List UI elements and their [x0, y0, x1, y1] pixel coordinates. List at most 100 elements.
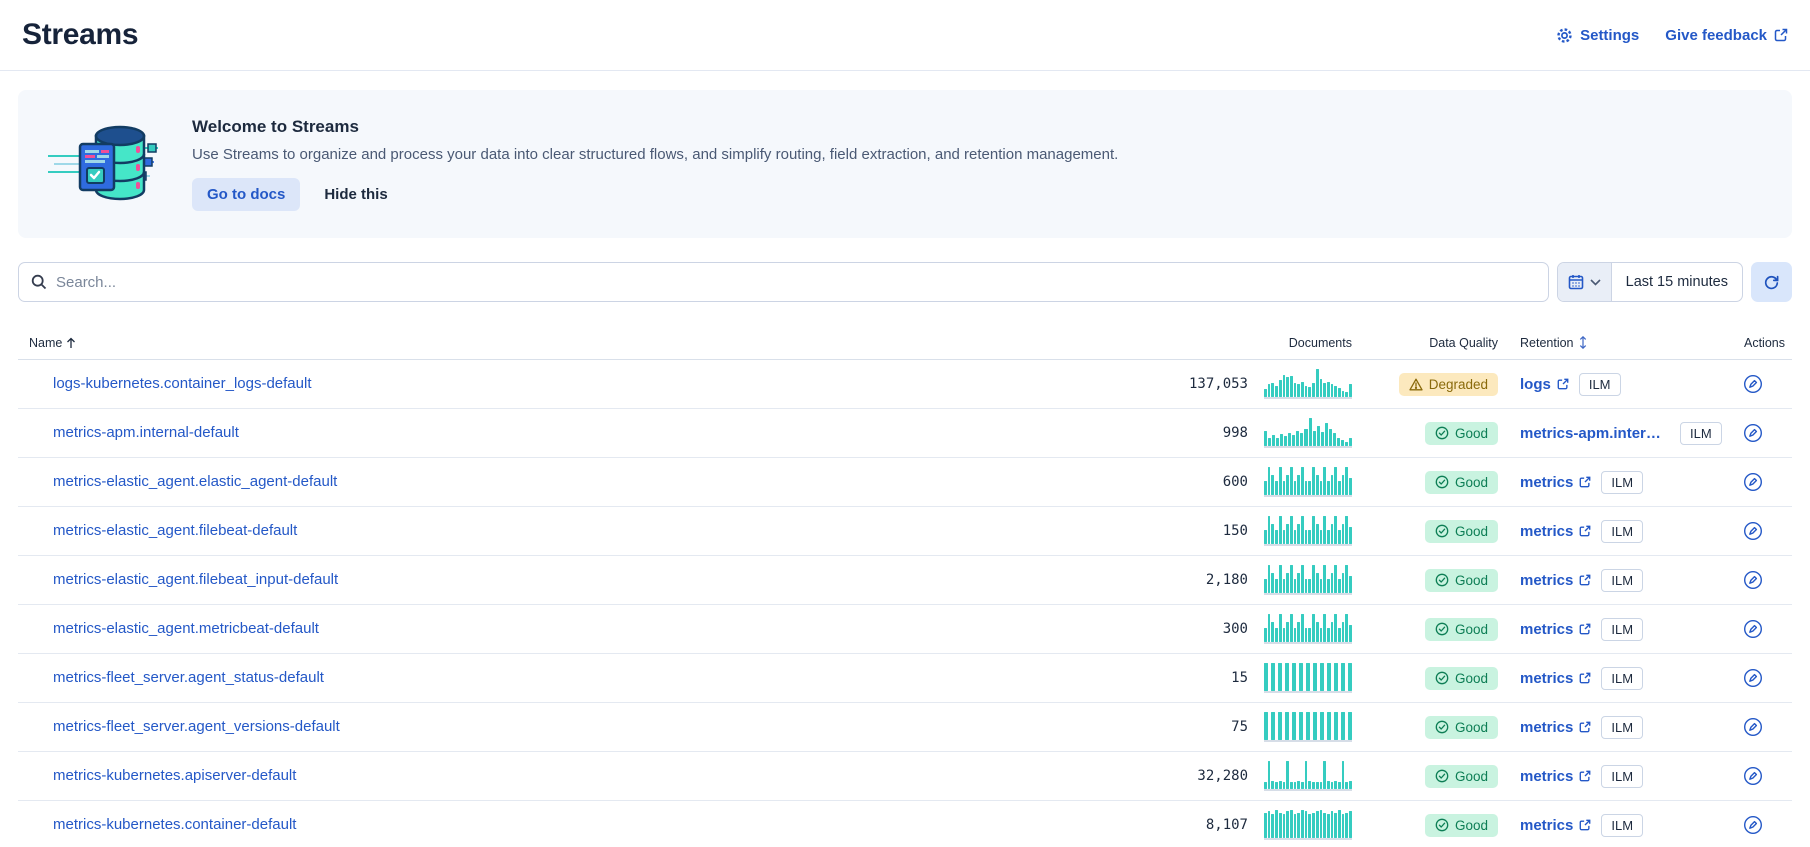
manage-stream-icon[interactable]	[1742, 520, 1764, 542]
documents-sparkline	[1264, 810, 1352, 840]
stream-name-link[interactable]: metrics-kubernetes.container-default	[53, 816, 296, 833]
column-header-data-quality: Data Quality	[1352, 336, 1498, 350]
sort-ascending-icon	[66, 337, 76, 349]
stream-name-link[interactable]: metrics-elastic_agent.filebeat_input-def…	[53, 571, 338, 588]
hide-this-link[interactable]: Hide this	[324, 186, 387, 203]
retention-policy-link[interactable]: metrics	[1520, 572, 1591, 589]
external-link-icon	[1579, 672, 1591, 684]
column-header-name[interactable]: Name	[18, 336, 1166, 350]
welcome-description: Use Streams to organize and process your…	[192, 146, 1118, 163]
sort-up-down-icon	[1578, 336, 1588, 349]
data-quality-badge: Good	[1425, 716, 1498, 739]
data-quality-badge: Good	[1425, 765, 1498, 788]
stream-name-link[interactable]: metrics-fleet_server.agent_versions-defa…	[53, 718, 340, 735]
stream-name-link[interactable]: metrics-elastic_agent.filebeat-default	[53, 522, 297, 539]
retention-policy-link[interactable]: metrics-apm.interna...	[1520, 425, 1670, 442]
documents-count: 2,180	[1206, 572, 1248, 588]
data-quality-badge: Good	[1425, 569, 1498, 592]
settings-button[interactable]: Settings	[1556, 27, 1639, 44]
manage-stream-icon[interactable]	[1742, 471, 1764, 493]
stream-name-link[interactable]: metrics-fleet_server.agent_status-defaul…	[53, 669, 324, 686]
table-row: metrics-elastic_agent.filebeat-default 1…	[18, 507, 1792, 556]
retention-policy-link[interactable]: metrics	[1520, 621, 1591, 638]
check-circle-icon	[1435, 475, 1449, 489]
streams-illustration	[44, 118, 162, 210]
check-circle-icon	[1435, 671, 1449, 685]
search-icon	[31, 274, 47, 290]
data-quality-label: Good	[1455, 769, 1488, 784]
table-header: Name Documents Data Quality Retention Ac…	[18, 326, 1792, 360]
data-quality-label: Degraded	[1429, 377, 1488, 392]
manage-stream-icon[interactable]	[1742, 373, 1764, 395]
documents-count: 137,053	[1189, 376, 1248, 392]
retention-ilm-badge: ILM	[1601, 520, 1643, 543]
manage-stream-icon[interactable]	[1742, 569, 1764, 591]
table-row: metrics-fleet_server.agent_status-defaul…	[18, 654, 1792, 703]
table-row: metrics-apm.internal-default 998	[18, 409, 1792, 458]
retention-ilm-badge: ILM	[1601, 667, 1643, 690]
manage-stream-icon[interactable]	[1742, 765, 1764, 787]
retention-ilm-badge: ILM	[1601, 716, 1643, 739]
stream-name-link[interactable]: metrics-elastic_agent.metricbeat-default	[53, 620, 319, 637]
refresh-button[interactable]	[1751, 262, 1792, 302]
retention-policy-link[interactable]: metrics	[1520, 670, 1591, 687]
documents-sparkline	[1264, 614, 1352, 644]
manage-stream-icon[interactable]	[1742, 667, 1764, 689]
table-row: metrics-kubernetes.apiserver-default 32,…	[18, 752, 1792, 801]
welcome-title: Welcome to Streams	[192, 117, 1118, 137]
external-link-icon	[1579, 819, 1591, 831]
table-row: metrics-kubernetes.container-default 8,1…	[18, 801, 1792, 847]
welcome-banner: Welcome to Streams Use Streams to organi…	[18, 90, 1792, 238]
retention-policy-link[interactable]: metrics	[1520, 817, 1591, 834]
column-header-actions: Actions	[1724, 336, 1792, 350]
documents-sparkline	[1264, 516, 1352, 546]
search-input[interactable]	[56, 274, 1536, 291]
documents-count: 300	[1223, 621, 1248, 637]
external-link-icon	[1579, 525, 1591, 537]
stream-name-link[interactable]: metrics-apm.internal-default	[53, 424, 239, 441]
data-quality-badge: Good	[1425, 618, 1498, 641]
manage-stream-icon[interactable]	[1742, 814, 1764, 836]
data-quality-label: Good	[1455, 475, 1488, 490]
data-quality-label: Good	[1455, 622, 1488, 637]
streams-table: Name Documents Data Quality Retention Ac…	[18, 326, 1792, 847]
retention-ilm-badge: ILM	[1579, 373, 1621, 396]
data-quality-label: Good	[1455, 524, 1488, 539]
time-range-button[interactable]: Last 15 minutes	[1612, 263, 1742, 301]
page-title: Streams	[22, 18, 138, 52]
retention-ilm-badge: ILM	[1601, 765, 1643, 788]
manage-stream-icon[interactable]	[1742, 422, 1764, 444]
give-feedback-link[interactable]: Give feedback	[1665, 27, 1788, 44]
manage-stream-icon[interactable]	[1742, 618, 1764, 640]
date-picker-menu-button[interactable]	[1558, 263, 1612, 301]
stream-name-link[interactable]: metrics-elastic_agent.elastic_agent-defa…	[53, 473, 337, 490]
external-link-icon	[1579, 574, 1591, 586]
retention-policy-link[interactable]: metrics	[1520, 523, 1591, 540]
retention-policy-link[interactable]: metrics	[1520, 719, 1591, 736]
stream-name-link[interactable]: logs-kubernetes.container_logs-default	[53, 375, 312, 392]
check-circle-icon	[1435, 524, 1449, 538]
documents-sparkline	[1264, 712, 1352, 742]
documents-sparkline	[1264, 418, 1352, 448]
data-quality-label: Good	[1455, 671, 1488, 686]
retention-policy-link[interactable]: logs	[1520, 376, 1569, 393]
column-header-retention[interactable]: Retention	[1498, 336, 1724, 350]
stream-name-link[interactable]: metrics-kubernetes.apiserver-default	[53, 767, 296, 784]
retention-policy-link[interactable]: metrics	[1520, 474, 1591, 491]
data-quality-label: Good	[1455, 720, 1488, 735]
documents-sparkline	[1264, 467, 1352, 497]
go-to-docs-button[interactable]: Go to docs	[192, 178, 300, 211]
documents-sparkline	[1264, 663, 1352, 693]
documents-count: 998	[1223, 425, 1248, 441]
check-circle-icon	[1435, 818, 1449, 832]
table-row: metrics-elastic_agent.elastic_agent-defa…	[18, 458, 1792, 507]
documents-count: 15	[1231, 670, 1248, 686]
retention-ilm-badge: ILM	[1601, 618, 1643, 641]
documents-sparkline	[1264, 369, 1352, 399]
warning-triangle-icon	[1409, 378, 1423, 391]
retention-policy-link[interactable]: metrics	[1520, 768, 1591, 785]
manage-stream-icon[interactable]	[1742, 716, 1764, 738]
documents-sparkline	[1264, 761, 1352, 791]
external-link-icon	[1774, 28, 1788, 42]
documents-count: 75	[1231, 719, 1248, 735]
